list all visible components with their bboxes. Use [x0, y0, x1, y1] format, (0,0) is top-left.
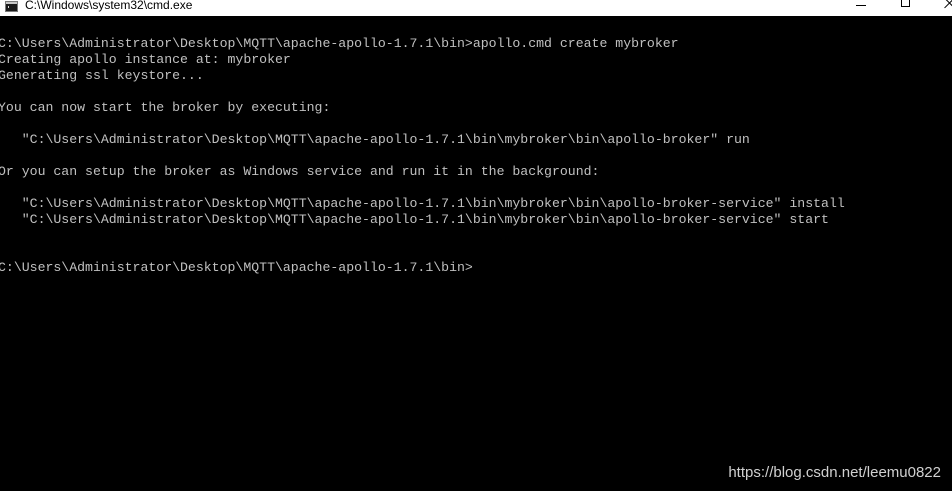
watermark: https://blog.csdn.net/leemu0822 [728, 464, 941, 481]
cmd-icon[interactable] [5, 1, 18, 12]
minimize-button[interactable] [846, 0, 876, 10]
maximize-icon [900, 0, 910, 7]
console-line: "C:\Users\Administrator\Desktop\MQTT\apa… [0, 196, 845, 211]
console-line: C:\Users\Administrator\Desktop\MQTT\apac… [0, 36, 679, 51]
console-output[interactable]: C:\Users\Administrator\Desktop\MQTT\apac… [0, 36, 952, 491]
maximize-button[interactable] [890, 0, 920, 10]
title-bar[interactable]: C:\Windows\system32\cmd.exe [0, 0, 952, 16]
console-line: You can now start the broker by executin… [0, 100, 331, 115]
cmd-window: C:\Windows\system32\cmd.exe C:\Users\Adm… [0, 0, 952, 491]
close-button[interactable] [934, 0, 952, 10]
console-line: "C:\Users\Administrator\Desktop\MQTT\apa… [0, 212, 829, 227]
close-icon [944, 0, 952, 8]
console-prompt[interactable]: C:\Users\Administrator\Desktop\MQTT\apac… [0, 260, 952, 276]
minimize-icon [856, 4, 866, 6]
console-line: Generating ssl keystore... [0, 68, 204, 83]
window-title: C:\Windows\system32\cmd.exe [25, 0, 193, 12]
console-line: "C:\Users\Administrator\Desktop\MQTT\apa… [0, 132, 750, 147]
console-line: Or you can setup the broker as Windows s… [0, 164, 600, 179]
console-line: Creating apollo instance at: mybroker [0, 52, 291, 67]
